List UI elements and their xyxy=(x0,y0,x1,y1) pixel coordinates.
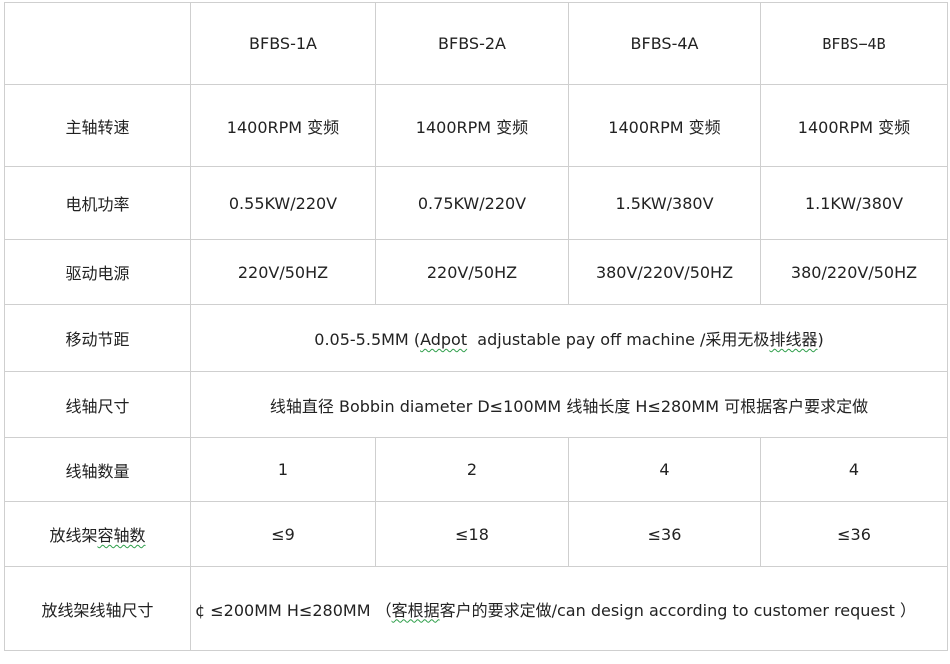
table-cell: 4 xyxy=(568,437,761,502)
bobbin-count-row: 线轴数量 1 2 4 4 xyxy=(4,437,948,502)
table-cell: 2 xyxy=(375,437,569,502)
table-cell: ≤18 xyxy=(375,501,569,567)
table-cell: 1.5KW/380V xyxy=(568,166,761,240)
table-cell: 4 xyxy=(760,437,948,502)
table-cell: 1400RPM 变频 xyxy=(760,84,948,167)
pitch-row: 移动节距 0.05-5.5MM (Adpot adjustable pay of… xyxy=(4,304,948,372)
label-prefix: 放线架 xyxy=(49,526,98,545)
payoff-capacity-row: 放线架容轴数 ≤9 ≤18 ≤36 ≤36 xyxy=(4,501,948,567)
merged-cell: 线轴直径 Bobbin diameter D≤100MM 线轴长度 H≤280M… xyxy=(190,371,948,438)
table-cell: ≤36 xyxy=(568,501,761,567)
table-cell: 380V/220V/50HZ xyxy=(568,239,761,305)
pitch-middle: adjustable pay off machine /采用无极 xyxy=(467,330,770,349)
table-cell: 1400RPM 变频 xyxy=(568,84,761,167)
table-cell: 380/220V/50HZ xyxy=(760,239,948,305)
spellcheck-word: 排线器 xyxy=(769,330,818,349)
table-cell: 220V/50HZ xyxy=(190,239,376,305)
spellcheck-word: 容轴数 xyxy=(97,526,146,545)
merged-cell: 0.05-5.5MM (Adpot adjustable pay off mac… xyxy=(190,304,948,372)
row-label: 移动节距 xyxy=(4,304,191,372)
model-header: BFBS−4B xyxy=(760,2,948,85)
model-header: BFBS-4A xyxy=(568,2,761,85)
header-row: BFBS-1A BFBS-2A BFBS-4A BFBS−4B xyxy=(4,2,948,85)
spellcheck-word: Adpot xyxy=(420,330,468,349)
row-label: 放线架容轴数 xyxy=(4,501,191,567)
motor-power-row: 电机功率 0.55KW/220V 0.75KW/220V 1.5KW/380V … xyxy=(4,166,948,240)
spellcheck-word: 客根据 xyxy=(391,600,440,620)
pitch-suffix: ) xyxy=(817,330,824,349)
row-label: 放线架线轴尺寸 xyxy=(4,566,191,651)
row-label: 驱动电源 xyxy=(4,239,191,305)
spec-table: BFBS-1A BFBS-2A BFBS-4A BFBS−4B 主轴转速 140… xyxy=(4,2,948,651)
table-cell: 0.55KW/220V xyxy=(190,166,376,240)
power-supply-row: 驱动电源 220V/50HZ 220V/50HZ 380V/220V/50HZ … xyxy=(4,239,948,305)
payoff-bobbin-size-row: 放线架线轴尺寸 ¢ ≤200MM H≤280MM （客根据客户的要求定做/can… xyxy=(4,566,948,651)
table-cell: 1400RPM 变频 xyxy=(190,84,376,167)
row-label: 线轴数量 xyxy=(4,437,191,502)
payoff-suffix: 客户的要求定做/can design according to customer… xyxy=(439,600,916,620)
table-cell: ≤9 xyxy=(190,501,376,567)
payoff-prefix: ¢ ≤200MM H≤280MM （ xyxy=(195,600,392,620)
bobbin-size-row: 线轴尺寸 线轴直径 Bobbin diameter D≤100MM 线轴长度 H… xyxy=(4,371,948,438)
table-cell: 1 xyxy=(190,437,376,502)
row-label: 主轴转速 xyxy=(4,84,191,167)
row-label: 线轴尺寸 xyxy=(4,371,191,438)
table-cell: ≤36 xyxy=(760,501,948,567)
model-header: BFBS-1A xyxy=(190,2,376,85)
merged-cell: ¢ ≤200MM H≤280MM （客根据客户的要求定做/can design … xyxy=(190,566,948,651)
row-label: 电机功率 xyxy=(4,166,191,240)
spindle-speed-row: 主轴转速 1400RPM 变频 1400RPM 变频 1400RPM 变频 14… xyxy=(4,84,948,167)
pitch-prefix: 0.05-5.5MM ( xyxy=(314,330,421,349)
table-cell: 0.75KW/220V xyxy=(375,166,569,240)
header-corner-cell xyxy=(4,2,191,85)
table-cell: 220V/50HZ xyxy=(375,239,569,305)
model-header: BFBS-2A xyxy=(375,2,569,85)
table-cell: 1.1KW/380V xyxy=(760,166,948,240)
table-cell: 1400RPM 变频 xyxy=(375,84,569,167)
